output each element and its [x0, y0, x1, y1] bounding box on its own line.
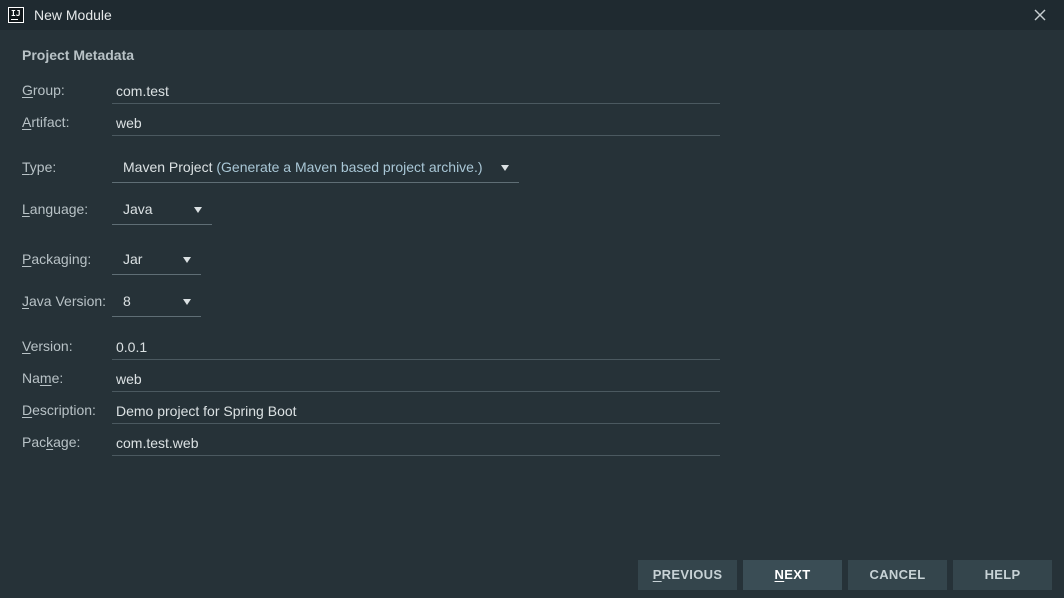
group-label: Group:: [22, 82, 65, 98]
name-label: Name:: [22, 370, 64, 386]
name-input[interactable]: [116, 368, 712, 390]
type-select[interactable]: Maven Project (Generate a Maven based pr…: [112, 153, 519, 183]
cancel-button[interactable]: CANCEL: [848, 560, 947, 590]
package-label: Package:: [22, 434, 81, 450]
package-input[interactable]: [116, 432, 712, 454]
language-select-value: Java: [123, 201, 153, 217]
description-label: Description:: [22, 402, 96, 418]
group-field: [112, 80, 720, 104]
description-field: [112, 400, 720, 424]
version-label: Version:: [22, 338, 73, 354]
package-field: [112, 432, 720, 456]
language-label: Language:: [22, 201, 89, 217]
intellij-icon: IJ: [8, 7, 24, 23]
title-bar: IJ New Module: [0, 0, 1064, 30]
section-title: Project Metadata: [22, 47, 135, 63]
artifact-input[interactable]: [116, 112, 712, 134]
version-field: [112, 336, 720, 360]
dropdown-arrow-icon: [501, 165, 509, 171]
language-select[interactable]: Java: [112, 195, 212, 225]
artifact-label: Artifact:: [22, 114, 70, 130]
group-input[interactable]: [116, 80, 712, 102]
java-version-select-value: 8: [123, 293, 131, 309]
close-icon[interactable]: [1031, 6, 1049, 24]
packaging-select[interactable]: Jar: [112, 245, 201, 275]
next-button[interactable]: NEXT: [743, 560, 842, 590]
java-version-select[interactable]: 8: [112, 287, 201, 317]
dropdown-arrow-icon: [194, 207, 202, 213]
packaging-select-value: Jar: [123, 251, 143, 267]
dropdown-arrow-icon: [183, 299, 191, 305]
artifact-field: [112, 112, 720, 136]
type-select-value: Maven Project (Generate a Maven based pr…: [123, 159, 483, 175]
packaging-label: Packaging:: [22, 251, 92, 267]
description-input[interactable]: [116, 400, 712, 422]
new-module-dialog: IJ New Module Project Metadata Group: Ar…: [0, 0, 1064, 598]
help-button[interactable]: HELP: [953, 560, 1052, 590]
java-version-label: Java Version:: [22, 293, 107, 309]
name-field: [112, 368, 720, 392]
dialog-title: New Module: [34, 7, 112, 23]
type-label: Type:: [22, 159, 57, 175]
version-input[interactable]: [116, 336, 712, 358]
previous-button[interactable]: PREVIOUS: [638, 560, 737, 590]
dropdown-arrow-icon: [183, 257, 191, 263]
